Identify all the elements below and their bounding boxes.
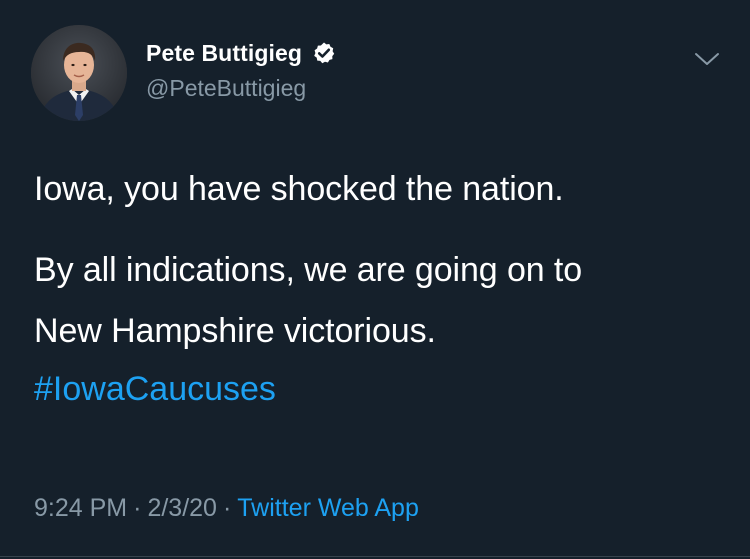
tweet-text-line: By all indications, we are going on to [34,251,583,289]
tweet-text-line: Iowa, you have shocked the nation. [34,170,564,208]
author-name-row: Pete Buttigieg [146,38,336,68]
tweet-time[interactable]: 9:24 PM [34,494,127,522]
avatar[interactable] [31,25,127,121]
author-handle[interactable]: @PeteButtigieg [146,75,306,102]
author-display-name[interactable]: Pete Buttigieg [146,40,302,67]
chevron-down-icon[interactable] [693,48,721,70]
divider [0,556,750,557]
meta-separator: · [222,494,232,522]
profile-photo-icon [31,25,127,121]
tweet-meta: 9:24 PM · 2/3/20 · Twitter Web App [34,494,419,523]
verified-badge-icon [312,41,336,65]
tweet-card: Pete Buttigieg @PeteButtigieg Iowa, you … [0,0,750,559]
tweet-text-line: New Hampshire victorious. [34,312,436,350]
meta-separator: · [133,494,142,522]
tweet-source-link[interactable]: Twitter Web App [237,494,419,522]
hashtag-link[interactable]: #IowaCaucuses [34,370,276,409]
tweet-date[interactable]: 2/3/20 [147,494,217,522]
